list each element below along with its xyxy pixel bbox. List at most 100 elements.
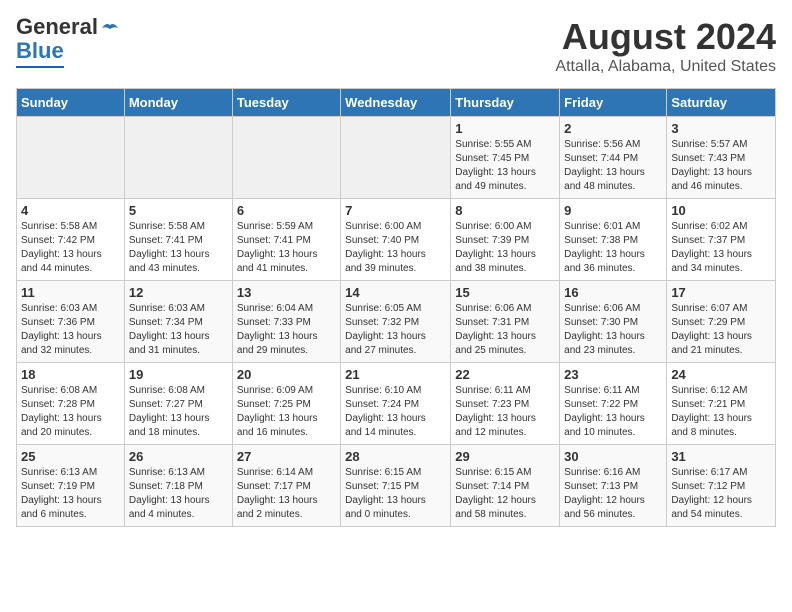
day-number: 10 — [671, 203, 771, 218]
day-info: Sunrise: 6:05 AM Sunset: 7:32 PM Dayligh… — [345, 302, 446, 358]
day-info: Sunrise: 6:12 AM Sunset: 7:21 PM Dayligh… — [671, 384, 771, 440]
day-of-week-header: Friday — [560, 89, 667, 117]
calendar-header: SundayMondayTuesdayWednesdayThursdayFrid… — [17, 89, 776, 117]
day-number: 5 — [129, 203, 228, 218]
calendar-day-cell: 4Sunrise: 5:58 AM Sunset: 7:42 PM Daylig… — [17, 199, 125, 281]
day-number: 29 — [455, 449, 555, 464]
calendar-day-cell: 15 Sunrise: 6:06 AM Sunset: 7:31 PM Dayli… — [451, 281, 560, 363]
day-info: Sunrise: 6:00 AM Sunset: 7:39 PM Dayligh… — [455, 220, 555, 276]
day-number: 21 — [345, 367, 446, 382]
calendar-day-cell: 21 Sunrise: 6:10 AM Sunset: 7:24 PM Dayli… — [341, 363, 451, 445]
calendar-day-cell: 8 Sunrise: 6:00 AM Sunset: 7:39 PM Daylig… — [451, 199, 560, 281]
logo-divider — [16, 66, 64, 68]
day-of-week-header: Monday — [124, 89, 232, 117]
calendar-day-cell: 22Sunrise: 6:11 AM Sunset: 7:23 PM Dayli… — [451, 363, 560, 445]
day-info: Sunrise: 6:01 AM Sunset: 7:38 PM Dayligh… — [564, 220, 662, 276]
calendar-day-cell: 29 Sunrise: 6:15 AM Sunset: 7:14 PM Dayli… — [451, 445, 560, 527]
calendar-day-cell — [17, 117, 125, 199]
calendar-day-cell: 24 Sunrise: 6:12 AM Sunset: 7:21 PM Dayli… — [667, 363, 776, 445]
page-header: General Blue August 2024 Attalla, Alabam… — [16, 16, 776, 76]
calendar-day-cell: 1Sunrise: 5:55 AM Sunset: 7:45 PM Daylig… — [451, 117, 560, 199]
day-info: Sunrise: 5:58 AM Sunset: 7:41 PM Dayligh… — [129, 220, 228, 276]
calendar-day-cell: 31 Sunrise: 6:17 AM Sunset: 7:12 PM Dayli… — [667, 445, 776, 527]
day-info: Sunrise: 5:55 AM Sunset: 7:45 PM Dayligh… — [455, 138, 555, 194]
day-number: 3 — [671, 121, 771, 136]
day-number: 22 — [455, 367, 555, 382]
day-info: Sunrise: 6:15 AM Sunset: 7:14 PM Dayligh… — [455, 466, 555, 522]
calendar-day-cell: 6 Sunrise: 5:59 AM Sunset: 7:41 PM Daylig… — [232, 199, 340, 281]
day-info: Sunrise: 6:03 AM Sunset: 7:36 PM Dayligh… — [21, 302, 120, 358]
day-info: Sunrise: 6:06 AM Sunset: 7:30 PM Dayligh… — [564, 302, 662, 358]
day-info: Sunrise: 5:56 AM Sunset: 7:44 PM Dayligh… — [564, 138, 662, 194]
day-number: 25 — [21, 449, 120, 464]
day-of-week-header: Tuesday — [232, 89, 340, 117]
day-number: 11 — [21, 285, 120, 300]
day-number: 30 — [564, 449, 662, 464]
day-info: Sunrise: 5:58 AM Sunset: 7:42 PM Dayligh… — [21, 220, 120, 276]
day-number: 15 — [455, 285, 555, 300]
day-info: Sunrise: 6:03 AM Sunset: 7:34 PM Dayligh… — [129, 302, 228, 358]
day-info: Sunrise: 6:17 AM Sunset: 7:12 PM Dayligh… — [671, 466, 771, 522]
calendar-day-cell: 23 Sunrise: 6:11 AM Sunset: 7:22 PM Dayli… — [560, 363, 667, 445]
day-number: 8 — [455, 203, 555, 218]
calendar-table: SundayMondayTuesdayWednesdayThursdayFrid… — [16, 88, 776, 527]
calendar-week-row: 18 Sunrise: 6:08 AM Sunset: 7:28 PM Dayli… — [17, 363, 776, 445]
day-info: Sunrise: 6:13 AM Sunset: 7:18 PM Dayligh… — [129, 466, 228, 522]
day-info: Sunrise: 6:08 AM Sunset: 7:27 PM Dayligh… — [129, 384, 228, 440]
calendar-week-row: 4Sunrise: 5:58 AM Sunset: 7:42 PM Daylig… — [17, 199, 776, 281]
days-of-week-row: SundayMondayTuesdayWednesdayThursdayFrid… — [17, 89, 776, 117]
day-number: 17 — [671, 285, 771, 300]
day-info: Sunrise: 6:04 AM Sunset: 7:33 PM Dayligh… — [237, 302, 336, 358]
calendar-day-cell: 12 Sunrise: 6:03 AM Sunset: 7:34 PM Dayli… — [124, 281, 232, 363]
day-info: Sunrise: 6:14 AM Sunset: 7:17 PM Dayligh… — [237, 466, 336, 522]
logo-bird-icon — [100, 20, 120, 36]
day-info: Sunrise: 6:10 AM Sunset: 7:24 PM Dayligh… — [345, 384, 446, 440]
day-info: Sunrise: 6:15 AM Sunset: 7:15 PM Dayligh… — [345, 466, 446, 522]
calendar-day-cell: 7Sunrise: 6:00 AM Sunset: 7:40 PM Daylig… — [341, 199, 451, 281]
day-number: 24 — [671, 367, 771, 382]
day-number: 6 — [237, 203, 336, 218]
calendar-day-cell: 16Sunrise: 6:06 AM Sunset: 7:30 PM Dayli… — [560, 281, 667, 363]
day-info: Sunrise: 6:16 AM Sunset: 7:13 PM Dayligh… — [564, 466, 662, 522]
day-info: Sunrise: 6:02 AM Sunset: 7:37 PM Dayligh… — [671, 220, 771, 276]
calendar-day-cell: 17Sunrise: 6:07 AM Sunset: 7:29 PM Dayli… — [667, 281, 776, 363]
calendar-day-cell: 11 Sunrise: 6:03 AM Sunset: 7:36 PM Dayli… — [17, 281, 125, 363]
calendar-day-cell: 2Sunrise: 5:56 AM Sunset: 7:44 PM Daylig… — [560, 117, 667, 199]
day-info: Sunrise: 5:59 AM Sunset: 7:41 PM Dayligh… — [237, 220, 336, 276]
calendar-day-cell: 30 Sunrise: 6:16 AM Sunset: 7:13 PM Dayli… — [560, 445, 667, 527]
calendar-day-cell: 3 Sunrise: 5:57 AM Sunset: 7:43 PM Daylig… — [667, 117, 776, 199]
day-number: 12 — [129, 285, 228, 300]
day-info: Sunrise: 5:57 AM Sunset: 7:43 PM Dayligh… — [671, 138, 771, 194]
day-info: Sunrise: 6:13 AM Sunset: 7:19 PM Dayligh… — [21, 466, 120, 522]
day-number: 20 — [237, 367, 336, 382]
day-number: 14 — [345, 285, 446, 300]
day-info: Sunrise: 6:11 AM Sunset: 7:22 PM Dayligh… — [564, 384, 662, 440]
calendar-day-cell: 27 Sunrise: 6:14 AM Sunset: 7:17 PM Dayli… — [232, 445, 340, 527]
day-of-week-header: Wednesday — [341, 89, 451, 117]
title-block: August 2024 Attalla, Alabama, United Sta… — [555, 16, 776, 76]
calendar-day-cell — [341, 117, 451, 199]
day-number: 18 — [21, 367, 120, 382]
day-of-week-header: Saturday — [667, 89, 776, 117]
day-number: 27 — [237, 449, 336, 464]
calendar-day-cell: 20Sunrise: 6:09 AM Sunset: 7:25 PM Dayli… — [232, 363, 340, 445]
day-number: 31 — [671, 449, 771, 464]
calendar-day-cell: 14 Sunrise: 6:05 AM Sunset: 7:32 PM Dayli… — [341, 281, 451, 363]
calendar-day-cell: 10 Sunrise: 6:02 AM Sunset: 7:37 PM Dayli… — [667, 199, 776, 281]
calendar-day-cell: 19Sunrise: 6:08 AM Sunset: 7:27 PM Dayli… — [124, 363, 232, 445]
logo-blue-text: Blue — [16, 38, 64, 64]
day-info: Sunrise: 6:00 AM Sunset: 7:40 PM Dayligh… — [345, 220, 446, 276]
day-number: 28 — [345, 449, 446, 464]
calendar-week-row: 1Sunrise: 5:55 AM Sunset: 7:45 PM Daylig… — [17, 117, 776, 199]
day-number: 13 — [237, 285, 336, 300]
calendar-day-cell: 18 Sunrise: 6:08 AM Sunset: 7:28 PM Dayli… — [17, 363, 125, 445]
day-number: 23 — [564, 367, 662, 382]
calendar-day-cell: 25 Sunrise: 6:13 AM Sunset: 7:19 PM Dayli… — [17, 445, 125, 527]
day-info: Sunrise: 6:08 AM Sunset: 7:28 PM Dayligh… — [21, 384, 120, 440]
calendar-week-row: 11 Sunrise: 6:03 AM Sunset: 7:36 PM Dayli… — [17, 281, 776, 363]
calendar-subtitle: Attalla, Alabama, United States — [555, 58, 776, 76]
day-of-week-header: Thursday — [451, 89, 560, 117]
calendar-week-row: 25 Sunrise: 6:13 AM Sunset: 7:19 PM Dayli… — [17, 445, 776, 527]
calendar-body: 1Sunrise: 5:55 AM Sunset: 7:45 PM Daylig… — [17, 117, 776, 527]
day-info: Sunrise: 6:06 AM Sunset: 7:31 PM Dayligh… — [455, 302, 555, 358]
